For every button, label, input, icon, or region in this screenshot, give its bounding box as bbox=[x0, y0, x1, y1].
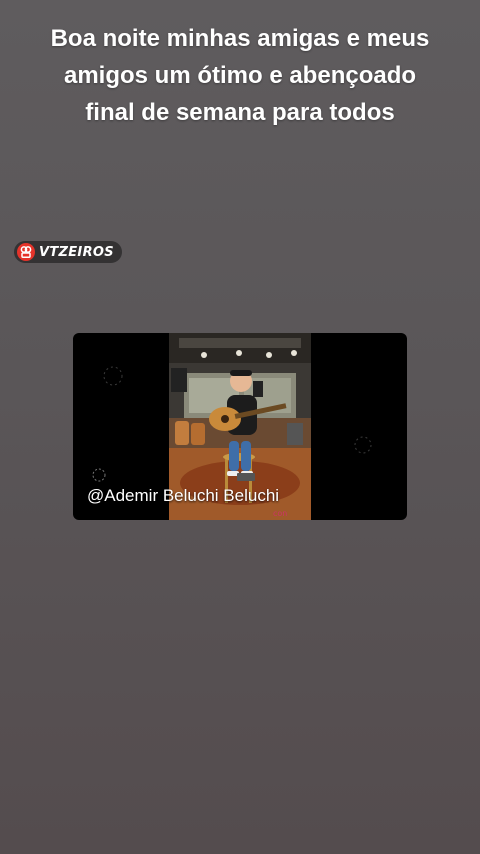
post-caption: Boa noite minhas amigas e meus amigos um… bbox=[50, 25, 430, 126]
vtzeiros-logo-icon bbox=[17, 243, 35, 261]
app-watermark: VTZEIROS bbox=[14, 241, 122, 263]
video-corner-mark: con bbox=[273, 509, 287, 518]
video-overlay-handle: @Ademir Beluchi Beluchi bbox=[87, 486, 280, 505]
video-player[interactable]: con @Ademir Beluchi Beluchi bbox=[73, 333, 407, 520]
watermark-brand: VTZEIROS bbox=[39, 244, 114, 260]
